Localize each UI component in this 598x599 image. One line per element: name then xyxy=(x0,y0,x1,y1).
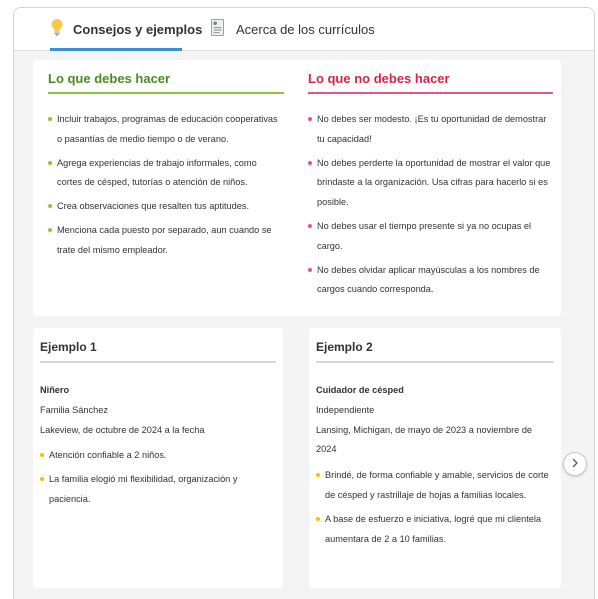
example-card-1: Ejemplo 1 Niñero Familia Sánchez Lakevie… xyxy=(33,328,283,588)
bullet-dot xyxy=(48,117,52,121)
example-body: Cuidador de césped Independiente Lansing… xyxy=(316,381,554,553)
bullet-dot xyxy=(40,477,44,482)
bullet-dot xyxy=(308,267,312,272)
list-item: No debes olvidar aplicar mayúsculas a lo… xyxy=(308,261,553,301)
example-body: Niñero Familia Sánchez Lakeview, de octu… xyxy=(40,381,276,514)
list-item: Atención confiable a 2 niños. xyxy=(40,446,276,466)
example-title: Ejemplo 2 xyxy=(316,328,554,363)
list-item: Brindé, de forma confiable y amable, ser… xyxy=(316,466,554,506)
job-title: Cuidador de césped xyxy=(316,385,404,395)
employer: Familia Sánchez xyxy=(40,404,108,415)
example-bullets: Brindé, de forma confiable y amable, ser… xyxy=(316,466,554,549)
location-dates: Lansing, Michigan, de mayo de 2023 a nov… xyxy=(316,424,533,455)
bullet-dot xyxy=(308,223,312,228)
example-card-2: Ejemplo 2 Cuidador de césped Independien… xyxy=(309,328,561,588)
dont-column: Lo que no debes hacer No debes ser modes… xyxy=(308,60,553,304)
bullet-dot xyxy=(316,473,320,478)
list-item: No debes usar el tiempo presente si ya n… xyxy=(308,217,553,257)
bullet-dot xyxy=(308,117,312,121)
list-item: No debes perderte la oportunidad de most… xyxy=(308,154,553,213)
bullet-dot xyxy=(316,516,320,521)
list-item: Incluir trabajos, programas de educación… xyxy=(48,110,284,150)
list-item: Menciona cada puesto por separado, aun c… xyxy=(48,221,284,261)
list-item: Crea observaciones que resalten tus apti… xyxy=(48,197,284,217)
lightbulb-icon xyxy=(50,18,64,41)
tips-card: Lo que debes hacer Incluir trabajos, pro… xyxy=(33,60,561,316)
bullet-dot xyxy=(48,204,52,209)
list-item: Agrega experiencias de trabajo informale… xyxy=(48,154,284,194)
do-column: Lo que debes hacer Incluir trabajos, pro… xyxy=(48,60,284,265)
bullet-dot xyxy=(48,227,52,232)
bullet-dot xyxy=(40,453,44,458)
resume-document-icon xyxy=(211,18,224,41)
example-bullets: Atención confiable a 2 niños. La familia… xyxy=(40,446,276,509)
tab-bar: Consejos y ejemplos Acerca de los curríc… xyxy=(14,8,594,51)
chevron-right-icon xyxy=(570,455,580,473)
do-list: Incluir trabajos, programas de educación… xyxy=(48,110,284,261)
location-dates: Lakeview, de octubre de 2024 a la fecha xyxy=(40,424,205,435)
carousel-next-button[interactable] xyxy=(563,452,587,476)
dont-list: No debes ser modesto. ¡Es tu oportunidad… xyxy=(308,110,553,300)
bullet-dot xyxy=(308,160,312,165)
tab-consejos-y-ejemplos[interactable]: Consejos y ejemplos xyxy=(50,8,202,51)
tab-label: Consejos y ejemplos xyxy=(73,22,203,37)
list-item: A base de esfuerzo e iniciativa, logré q… xyxy=(316,510,554,550)
tab-acerca-de-los-curriculos[interactable]: Acerca de los currículos xyxy=(211,8,375,51)
tab-label: Acerca de los currículos xyxy=(236,22,375,37)
list-item: No debes ser modesto. ¡Es tu oportunidad… xyxy=(308,110,553,150)
employer: Independiente xyxy=(316,404,375,415)
job-title: Niñero xyxy=(40,385,70,395)
example-title: Ejemplo 1 xyxy=(40,328,276,363)
bullet-dot xyxy=(48,160,52,165)
do-title: Lo que debes hacer xyxy=(48,60,284,94)
dont-title: Lo que no debes hacer xyxy=(308,60,553,94)
list-item: La familia elogió mi flexibilidad, organ… xyxy=(40,470,276,510)
